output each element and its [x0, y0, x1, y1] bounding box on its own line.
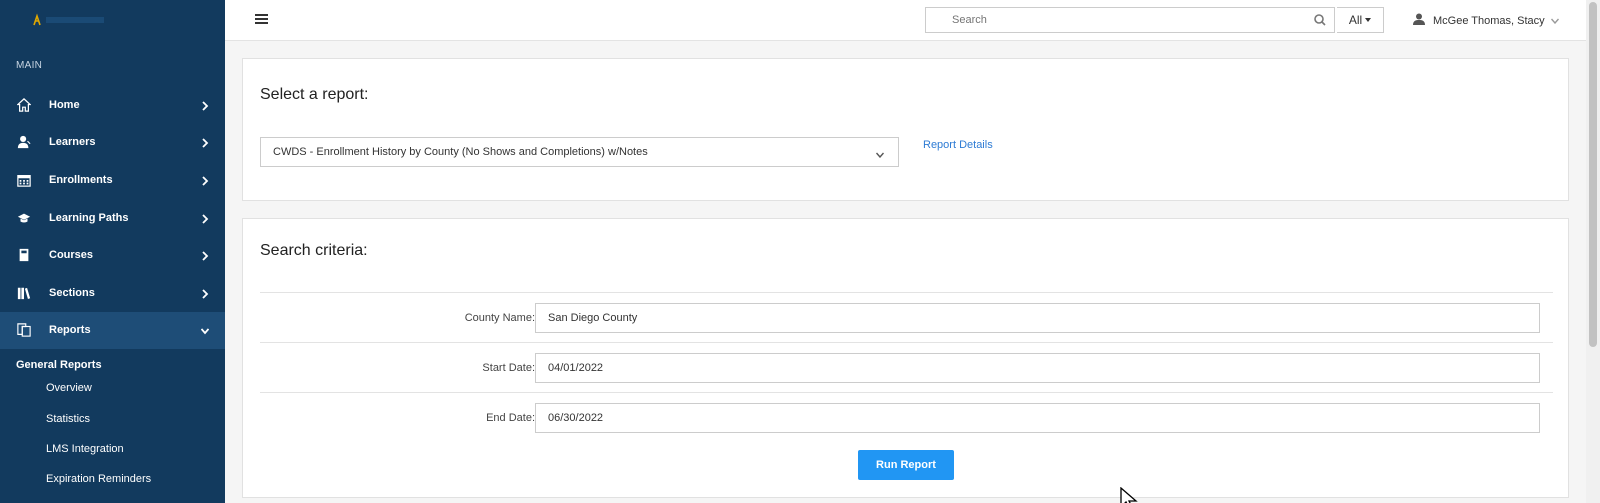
scrollbar-thumb[interactable]: [1589, 2, 1597, 347]
sidebar-item-home[interactable]: Home: [0, 86, 225, 124]
chevron-right-icon: [201, 213, 209, 224]
sidebar-item-learning-paths[interactable]: Learning Paths: [0, 199, 225, 237]
report-details-link[interactable]: Report Details: [923, 139, 993, 151]
sidebar-item-reports[interactable]: Reports: [0, 311, 225, 350]
search-scope-dropdown[interactable]: All: [1337, 7, 1384, 33]
chevron-right-icon: [201, 100, 209, 111]
submenu-item-statistics[interactable]: Statistics: [0, 403, 225, 433]
graduation-cap-icon: [16, 210, 32, 226]
form-row-county: County Name:: [260, 292, 1553, 342]
page-scrollbar[interactable]: [1586, 0, 1600, 503]
county-name-label: County Name:: [464, 312, 535, 324]
sidebar-item-label: Learners: [49, 136, 96, 149]
copy-icon: [16, 322, 32, 338]
chevron-down-icon: [200, 325, 210, 335]
user-name: McGee Thomas, Stacy: [1433, 14, 1545, 27]
book-icon: [16, 247, 32, 263]
sidebar-item-label: Home: [49, 98, 80, 111]
logo-icon: [33, 13, 104, 26]
submenu-item-expiration-reminders[interactable]: Expiration Reminders: [0, 464, 225, 494]
sidebar-item-sections[interactable]: Sections: [0, 274, 225, 312]
form-row-end-date: End Date:: [260, 392, 1553, 442]
chevron-right-icon: [201, 250, 209, 261]
top-bar: All McGee Thomas, Stacy: [225, 0, 1586, 41]
county-name-field[interactable]: [535, 303, 1540, 333]
sidebar: MAIN Home Learners Enrollments Learning …: [0, 0, 225, 503]
end-date-field[interactable]: [535, 403, 1540, 433]
caret-down-icon: [1365, 18, 1372, 22]
user-icon: [16, 134, 32, 150]
search-box: [925, 7, 1335, 33]
sidebar-item-label: Reports: [49, 324, 91, 337]
chevron-right-icon: [201, 288, 209, 299]
sidebar-section-main: MAIN: [16, 60, 43, 71]
report-dropdown[interactable]: CWDS - Enrollment History by County (No …: [260, 137, 899, 167]
report-selection-panel: Select a report: CWDS - Enrollment Histo…: [242, 58, 1569, 201]
submenu-item-overview[interactable]: Overview: [0, 373, 225, 403]
sidebar-item-label: Sections: [49, 286, 95, 299]
submenu-item-lms-integration[interactable]: LMS Integration: [0, 434, 225, 464]
user-menu[interactable]: McGee Thomas, Stacy: [1413, 13, 1559, 28]
chevron-down-icon: [875, 149, 885, 161]
search-criteria-panel: Search criteria: County Name: Start Date…: [242, 218, 1569, 498]
menu-toggle-icon[interactable]: [255, 14, 268, 26]
search-scope-value: All: [1348, 13, 1363, 27]
panel-title: Select a report:: [260, 86, 369, 103]
run-report-button[interactable]: Run Report: [858, 450, 954, 480]
sidebar-item-courses[interactable]: Courses: [0, 236, 225, 274]
sidebar-item-label: Enrollments: [49, 173, 113, 186]
sidebar-item-label: Learning Paths: [49, 211, 129, 224]
books-icon: [16, 285, 32, 301]
sidebar-item-learners[interactable]: Learners: [0, 124, 225, 162]
start-date-field[interactable]: [535, 353, 1540, 383]
start-date-label: Start Date:: [482, 362, 535, 374]
submenu-heading: General Reports: [16, 359, 102, 372]
app-logo[interactable]: [0, 0, 225, 41]
chevron-right-icon: [201, 175, 209, 186]
chevron-right-icon: [201, 137, 209, 149]
end-date-label: End Date:: [486, 412, 535, 424]
chevron-down-icon: [1550, 15, 1559, 27]
search-input[interactable]: [926, 8, 1296, 32]
sidebar-item-enrollments[interactable]: Enrollments: [0, 161, 225, 199]
search-icon[interactable]: [1314, 14, 1326, 26]
user-icon: [1413, 13, 1433, 28]
form-row-start-date: Start Date:: [260, 342, 1553, 392]
sidebar-item-label: Courses: [49, 249, 94, 262]
calendar-icon: [16, 172, 32, 188]
panel-title: Search criteria:: [260, 242, 368, 259]
report-dropdown-value: CWDS - Enrollment History by County (No …: [273, 146, 648, 158]
home-icon: [16, 97, 32, 113]
